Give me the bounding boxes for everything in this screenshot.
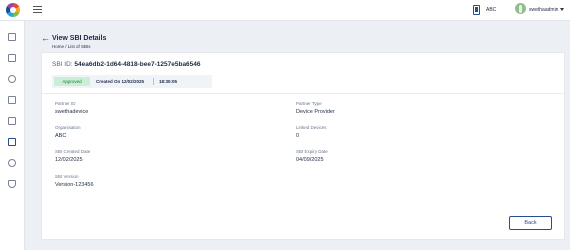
language-label[interactable]: ABC [486, 7, 496, 13]
partner-type-label: Partner Type [296, 101, 322, 106]
divider [42, 93, 564, 94]
breadcrumb[interactable]: Home / List of SBIs [52, 44, 91, 49]
hamburger-icon[interactable] [33, 6, 42, 13]
expiry-date-label: SBI Expiry Date [296, 149, 328, 154]
users-icon[interactable] [8, 75, 16, 83]
status-badge: Approved [54, 77, 90, 86]
sbi-details-card: SBI ID: 54ea6db2-1d64-4818-bee7-1257e5ba… [41, 52, 565, 240]
linked-devices-label: Linked Devices [296, 125, 327, 130]
organisation-value: ABC [55, 133, 67, 139]
device-icon[interactable] [8, 138, 16, 146]
top-bar: ABC swethaadmin [0, 0, 570, 21]
certificate-icon[interactable] [8, 117, 16, 125]
user-avatar[interactable] [515, 3, 526, 14]
username-label[interactable]: swethaadmin [529, 7, 558, 13]
created-date-value: 12/02/2025 [55, 157, 83, 163]
created-time: 18:35:05 [159, 79, 178, 84]
chevron-down-icon[interactable] [560, 8, 564, 11]
created-on-label: Created On 12/02/2025 [96, 79, 145, 84]
sbi-id-value: 54ea6db2-1d64-4818-bee7-1257e5ba6546 [74, 61, 201, 68]
version-value: Version-123456 [55, 182, 94, 188]
partner-id-label: Partner ID [55, 101, 76, 106]
document-icon[interactable] [8, 54, 16, 62]
linked-devices-value: 0 [296, 133, 300, 139]
home-icon[interactable] [8, 33, 16, 41]
created-date-label: SBI Created Date [55, 149, 91, 154]
shield-icon[interactable] [8, 180, 16, 188]
bookmark-icon[interactable] [473, 5, 480, 15]
expiry-date-value: 04/09/2025 [296, 157, 324, 163]
organisation-label: Organisation [55, 125, 81, 130]
sidebar [0, 21, 25, 250]
policy-icon[interactable] [8, 96, 16, 104]
back-button[interactable]: Back [509, 216, 552, 230]
settings-icon[interactable] [8, 159, 16, 167]
app-logo[interactable] [6, 3, 20, 17]
partner-type-value: Device Provider [296, 109, 335, 115]
status-strip: Approved Created On 12/02/2025 18:35:05 [52, 75, 212, 88]
version-label: SBI Version [55, 174, 79, 179]
arrow-left-icon[interactable]: ← [41, 34, 50, 43]
divider [153, 78, 154, 85]
page-title: View SBI Details [52, 35, 107, 42]
partner-id-value: swethadevice [55, 109, 89, 115]
sbi-id-line: SBI ID: 54ea6db2-1d64-4818-bee7-1257e5ba… [52, 61, 201, 68]
sbi-id-label: SBI ID: [52, 61, 73, 68]
